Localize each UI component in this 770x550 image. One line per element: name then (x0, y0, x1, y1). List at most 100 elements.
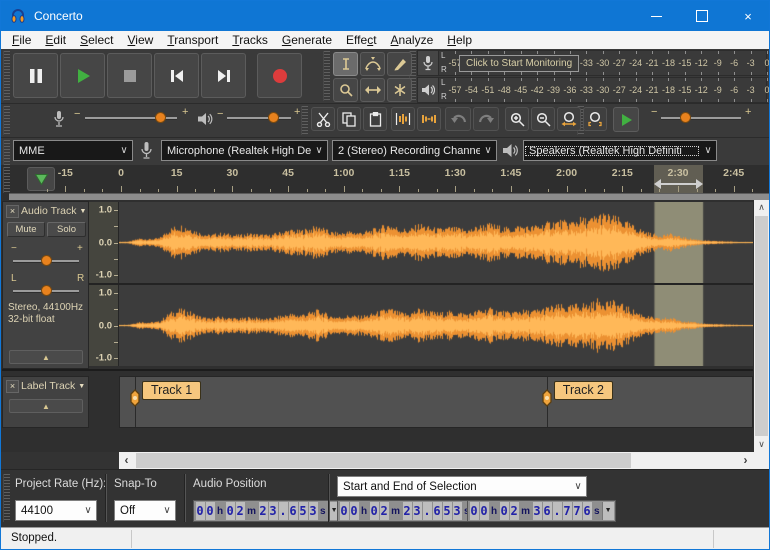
track-menu-icon[interactable]: ▼ (78, 383, 85, 390)
waveform-canvas-left[interactable] (119, 202, 753, 283)
time-digit[interactable]: 2 (403, 502, 412, 520)
playback-volume-slider[interactable] (227, 111, 291, 125)
label-chip[interactable]: Track 1 (142, 381, 201, 400)
zoom-in-button[interactable] (505, 107, 529, 131)
menu-generate[interactable]: Generate (275, 33, 339, 47)
selection-mode-select[interactable]: Start and End of Selection∨ (337, 476, 587, 497)
undo-button[interactable] (445, 107, 471, 131)
mixer-toolbar-grip[interactable] (3, 106, 10, 135)
playback-device-select[interactable]: Speakers (Realtek High Definiti∨ (523, 140, 717, 161)
track-pan-slider[interactable] (13, 284, 79, 298)
time-digit[interactable]: 3 (269, 502, 278, 520)
time-digit[interactable]: 3 (309, 502, 318, 520)
menu-edit[interactable]: Edit (38, 33, 73, 47)
envelope-tool-button[interactable] (360, 52, 385, 76)
mute-button[interactable]: Mute (7, 222, 45, 237)
recording-meter[interactable]: LR Click to Start Monitoring -57-54-51-4… (417, 50, 767, 76)
silence-audio-button[interactable] (417, 107, 441, 131)
play-speed-thumb[interactable] (680, 112, 691, 123)
selection-tool-button[interactable] (333, 52, 358, 76)
scroll-up-arrow[interactable]: ∧ (754, 200, 769, 215)
scroll-down-arrow[interactable]: ∨ (754, 437, 769, 452)
time-digit[interactable]: 0 (500, 502, 509, 520)
menu-tracks[interactable]: Tracks (225, 33, 275, 47)
time-shift-tool-button[interactable] (360, 78, 385, 102)
menu-file[interactable]: File (5, 33, 38, 47)
stop-button[interactable] (107, 53, 152, 98)
label-marker-icon[interactable] (540, 389, 554, 412)
playback-volume-thumb[interactable] (268, 112, 279, 123)
close-button[interactable]: × (725, 1, 770, 31)
menu-select[interactable]: Select (73, 33, 120, 47)
menu-view[interactable]: View (121, 33, 161, 47)
edit-toolbar-grip[interactable] (301, 106, 308, 135)
record-volume-thumb[interactable] (155, 112, 166, 123)
selection-start-field[interactable]: 00h02m23.653s▼ (337, 500, 486, 522)
zoom-tool-button[interactable] (333, 78, 358, 102)
gain-thumb[interactable] (41, 255, 52, 266)
skip-to-start-button[interactable] (154, 53, 199, 98)
time-digit[interactable]: 3 (453, 502, 462, 520)
track-title[interactable]: Label Track (21, 380, 75, 392)
track-title[interactable]: Audio Track (21, 205, 76, 217)
skip-to-end-button[interactable] (201, 53, 246, 98)
time-digit[interactable]: 6 (433, 502, 442, 520)
copy-button[interactable] (337, 107, 361, 131)
track-gain-slider[interactable] (13, 254, 79, 268)
snap-to-select[interactable]: Off∨ (114, 500, 176, 521)
waveform-canvas-right[interactable] (119, 285, 753, 366)
scroll-right-arrow[interactable]: › (738, 452, 753, 469)
time-digit[interactable]: 0 (340, 502, 349, 520)
record-button[interactable] (257, 53, 302, 98)
playback-meter[interactable]: LR -57-54-51-48-45-42-39-36-33-30-27-24-… (417, 77, 767, 103)
time-digit[interactable]: 2 (259, 502, 268, 520)
zoom-out-button[interactable] (531, 107, 555, 131)
time-digit[interactable]: 7 (563, 502, 572, 520)
menu-analyze[interactable]: Analyze (384, 33, 441, 47)
pan-thumb[interactable] (41, 285, 52, 296)
time-digit[interactable]: 0 (470, 502, 479, 520)
horizontal-scroll-thumb[interactable] (136, 453, 631, 468)
time-digit[interactable]: 2 (380, 502, 389, 520)
time-digit[interactable]: 0 (350, 502, 359, 520)
time-digit[interactable]: 0 (206, 502, 215, 520)
time-digit[interactable]: 6 (289, 502, 298, 520)
menu-help[interactable]: Help (440, 33, 479, 47)
audio-host-select[interactable]: MME∨ (13, 140, 133, 161)
timeline-ruler[interactable]: -1501530451:001:151:301:452:002:152:302:… (1, 165, 769, 193)
time-digit[interactable]: . (279, 502, 288, 520)
minimize-button[interactable] (633, 1, 679, 31)
collapse-track-button[interactable]: ▲ (9, 350, 83, 364)
pause-button[interactable] (13, 53, 58, 98)
close-track-button[interactable]: × (6, 380, 19, 393)
device-toolbar-grip[interactable] (3, 140, 10, 165)
label-track-row[interactable]: Track 1Track 2 (119, 376, 753, 428)
redo-button[interactable] (473, 107, 499, 131)
time-format-dropdown[interactable]: ▼ (602, 502, 614, 520)
play-button[interactable] (60, 53, 105, 98)
time-digit[interactable]: 5 (299, 502, 308, 520)
monitoring-overlay[interactable]: Click to Start Monitoring (459, 55, 579, 72)
fit-project-button[interactable] (583, 107, 607, 131)
time-digit[interactable]: 6 (543, 502, 552, 520)
play-at-speed-button[interactable] (613, 107, 639, 132)
transport-toolbar-grip[interactable] (3, 51, 10, 101)
menu-transport[interactable]: Transport (160, 33, 225, 47)
time-digit[interactable]: . (553, 502, 562, 520)
record-volume-slider[interactable] (85, 111, 177, 125)
trim-audio-button[interactable] (391, 107, 415, 131)
maximize-button[interactable] (679, 1, 725, 31)
menu-effect[interactable]: Effect (339, 33, 384, 47)
recording-channels-select[interactable]: 2 (Stereo) Recording Channels∨ (332, 140, 497, 161)
audio-position-field[interactable]: 00h02m23.653s▼ (193, 500, 342, 522)
close-track-button[interactable]: × (6, 205, 19, 218)
scroll-left-arrow[interactable]: ‹ (119, 452, 134, 469)
vertical-scrollbar[interactable]: ∧ ∨ (754, 200, 769, 452)
time-digit[interactable]: 7 (573, 502, 582, 520)
vertical-scroll-thumb[interactable] (755, 216, 768, 436)
track-menu-icon[interactable]: ▼ (79, 208, 86, 215)
time-digit[interactable]: 0 (370, 502, 379, 520)
time-digit[interactable]: . (423, 502, 432, 520)
recording-device-select[interactable]: Microphone (Realtek High Defini∨ (161, 140, 328, 161)
multi-tool-button[interactable] (387, 78, 412, 102)
